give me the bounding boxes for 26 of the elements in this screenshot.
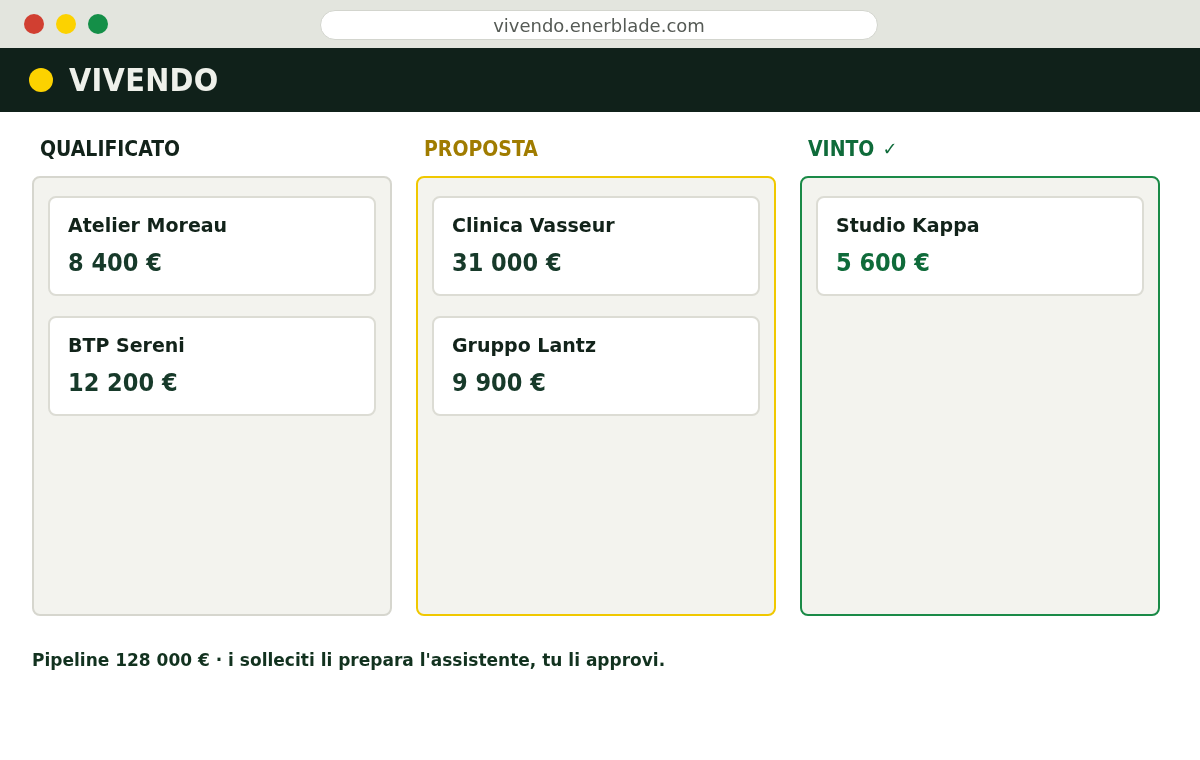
deal-amount: 12 200 € <box>68 368 179 398</box>
deal-amount: 31 000 € <box>452 248 563 278</box>
deal-card[interactable]: Clinica Vasseur 31 000 € <box>432 196 760 296</box>
column-heading: QUALIFICATO <box>40 136 181 162</box>
deal-name: Atelier Moreau <box>68 213 229 238</box>
deal-name: BTP Sereni <box>68 333 186 358</box>
address-bar[interactable]: vivendo.enerblade.com <box>320 10 878 40</box>
deal-name: Clinica Vasseur <box>452 213 616 238</box>
deal-amount: 5 600 € <box>836 248 931 278</box>
logo-dot-icon <box>29 68 53 92</box>
deal-card[interactable]: Studio Kappa 5 600 € <box>816 196 1144 296</box>
column-heading: VINTO <box>808 136 875 162</box>
deal-card[interactable]: Atelier Moreau 8 400 € <box>48 196 376 296</box>
column-heading: PROPOSTA <box>424 136 538 162</box>
deal-card[interactable]: Gruppo Lantz 9 900 € <box>432 316 760 416</box>
window-dot-icon[interactable] <box>88 14 108 34</box>
window-dot-icon[interactable] <box>56 14 76 34</box>
window-dot-icon[interactable] <box>24 14 44 34</box>
app-title: VIVENDO <box>69 61 219 99</box>
deal-amount: 8 400 € <box>68 248 163 278</box>
deal-card[interactable]: BTP Sereni 12 200 € <box>48 316 376 416</box>
check-mark: ✓ <box>882 137 898 161</box>
pipeline-summary: Pipeline 128 000 € · i solleciti li prepara l'assistente, tu li approvi. <box>32 649 667 672</box>
deal-name: Studio Kappa <box>836 213 981 238</box>
deal-name: Gruppo Lantz <box>452 333 597 358</box>
deal-amount: 9 900 € <box>452 368 547 398</box>
